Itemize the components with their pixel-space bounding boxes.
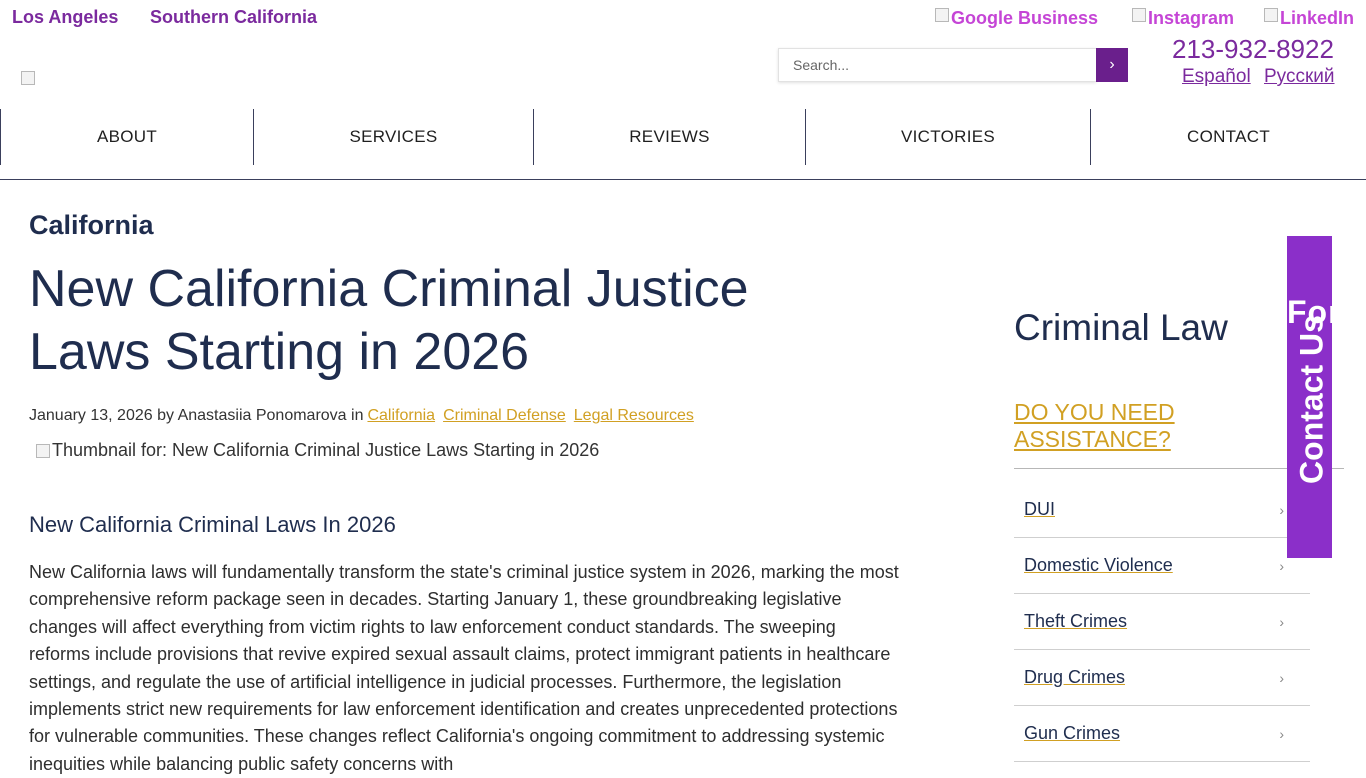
- tag-criminal-defense[interactable]: Criminal Defense: [443, 407, 566, 424]
- search-button[interactable]: ›: [1096, 48, 1128, 82]
- article-date: January 13, 2026: [29, 407, 153, 424]
- linkedin-link[interactable]: LinkedIn: [1264, 8, 1354, 29]
- chevron-right-icon: ›: [1279, 502, 1284, 518]
- los-angeles-link[interactable]: Los Angeles: [12, 7, 118, 28]
- instagram-link[interactable]: Instagram: [1132, 8, 1234, 29]
- linkedin-label: LinkedIn: [1280, 8, 1355, 28]
- article-thumbnail: Thumbnail for: New California Criminal J…: [36, 440, 599, 461]
- contact-us-tab[interactable]: For Contact Us: [1287, 236, 1332, 558]
- article-category: California: [29, 210, 154, 240]
- russian-link[interactable]: Русский: [1264, 66, 1335, 88]
- article-by: by: [157, 407, 175, 424]
- search-input[interactable]: [778, 48, 1096, 82]
- main-nav: ABOUT SERVICES REVIEWS VICTORIES CONTACT: [0, 109, 1366, 180]
- google-business-label: Google Business: [951, 8, 1099, 28]
- tag-california[interactable]: California: [367, 407, 435, 424]
- article-paragraph: New California laws will fundamentally t…: [29, 562, 899, 774]
- nav-about[interactable]: ABOUT: [1, 109, 253, 165]
- chevron-right-icon: ›: [1279, 670, 1284, 686]
- google-business-link[interactable]: Google Business: [935, 8, 1098, 29]
- sidebar-title: Criminal Law: [1014, 307, 1228, 348]
- nav-contact[interactable]: CONTACT: [1091, 109, 1366, 165]
- nav-victories[interactable]: VICTORIES: [806, 109, 1090, 165]
- spanish-link[interactable]: Español: [1182, 66, 1251, 88]
- thumbnail-broken-image-icon: [36, 443, 50, 458]
- site-logo[interactable]: [21, 71, 35, 85]
- sidebar-item-theft-crimes[interactable]: Theft Crimes ›: [1014, 594, 1310, 650]
- linkedin-icon: [1264, 8, 1278, 22]
- instagram-label: Instagram: [1148, 8, 1235, 28]
- sidebar-item-gun-crimes[interactable]: Gun Crimes ›: [1014, 706, 1310, 762]
- nav-services[interactable]: SERVICES: [254, 109, 533, 165]
- chevron-right-icon: ›: [1279, 726, 1284, 742]
- sidebar-item-label[interactable]: Theft Crimes: [1024, 611, 1127, 632]
- southern-california-link[interactable]: Southern California: [150, 7, 317, 28]
- contact-tab-label: Contact Us: [1293, 315, 1330, 484]
- sidebar-item-label[interactable]: Gun Crimes: [1024, 723, 1120, 744]
- chevron-right-icon: ›: [1279, 558, 1284, 574]
- article-in: in: [351, 407, 364, 424]
- practice-area-list: DUI › Domestic Violence › Theft Crimes ›…: [1014, 482, 1310, 762]
- sidebar-item-label[interactable]: Domestic Violence: [1024, 555, 1173, 576]
- tag-legal-resources[interactable]: Legal Resources: [574, 407, 694, 424]
- sidebar-item-label[interactable]: Drug Crimes: [1024, 667, 1125, 688]
- article-meta: January 13, 2026 by Anastasiia Ponomarov…: [29, 407, 698, 425]
- sidebar-item-domestic-violence[interactable]: Domestic Violence ›: [1014, 538, 1310, 594]
- article-author: Anastasiia Ponomarova: [177, 407, 347, 424]
- assistance-link[interactable]: DO YOU NEED ASSISTANCE?: [1014, 399, 1234, 453]
- sidebar-item-dui[interactable]: DUI ›: [1014, 482, 1310, 538]
- phone-link[interactable]: 213-932-8922: [1172, 34, 1334, 65]
- article-title: New California Criminal Justice Laws Sta…: [29, 260, 749, 381]
- nav-reviews[interactable]: REVIEWS: [534, 109, 805, 165]
- article-subheading: New California Criminal Laws In 2026: [29, 512, 396, 537]
- chevron-right-icon: ›: [1279, 614, 1284, 630]
- google-business-icon: [935, 8, 949, 22]
- thumbnail-alt-text: Thumbnail for: New California Criminal J…: [52, 440, 600, 460]
- sidebar-item-drug-crimes[interactable]: Drug Crimes ›: [1014, 650, 1310, 706]
- instagram-icon: [1132, 8, 1146, 22]
- sidebar-item-label[interactable]: DUI: [1024, 499, 1055, 520]
